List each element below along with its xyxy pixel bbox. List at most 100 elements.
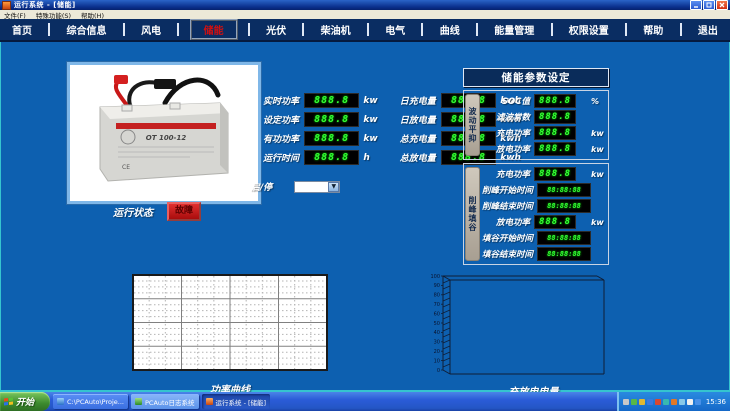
nav-energy-mgmt[interactable]: 能量管理 <box>488 21 540 38</box>
settings-row: SOC值 888.8 % <box>482 93 606 109</box>
taskbar-item-explorer[interactable]: C:\PCAuto\Proje... <box>53 394 128 409</box>
nav-wind[interactable]: 风电 <box>135 21 167 38</box>
readout-label: 总放电量 <box>394 151 436 164</box>
setting-value-display[interactable]: 888.8 <box>534 126 576 140</box>
taskbar-item-log-system[interactable]: PCAuto日志系统 <box>131 394 199 409</box>
svg-text:10: 10 <box>434 358 440 364</box>
nav-separator <box>421 23 423 36</box>
setting-value-display[interactable]: 888.8 <box>534 94 576 108</box>
settings-row: 放电功率 888.8 kw <box>482 214 606 230</box>
readout-label: 设定功率 <box>257 113 299 126</box>
nav-separator <box>48 23 50 36</box>
nav-separator <box>302 23 304 36</box>
nav-separator <box>476 23 478 36</box>
readout-label: 实时功率 <box>257 94 299 107</box>
settings-row: 滤波常数 888.8 <box>482 109 606 125</box>
setting-unit: kw <box>591 145 606 154</box>
tray-icon[interactable] <box>631 399 637 405</box>
nav-home[interactable]: 首页 <box>6 21 38 38</box>
readout-unit: kw <box>363 134 388 144</box>
nav-separator <box>625 23 627 36</box>
led-display: 888.8 <box>304 93 359 108</box>
setting-unit: kw <box>591 129 606 138</box>
setting-time-display[interactable]: 88:88:88 <box>537 231 591 245</box>
setting-unit: kw <box>591 170 606 179</box>
system-tray: 15:36 <box>617 392 730 411</box>
readout-unit: kw <box>363 96 388 106</box>
svg-text:40: 40 <box>434 330 440 336</box>
readout-label: 有功功率 <box>257 132 299 145</box>
setting-label: 滤波常数 <box>482 111 530 123</box>
tray-icon[interactable] <box>671 399 677 405</box>
start-button[interactable]: 开始 <box>0 392 50 411</box>
readout-unit: h <box>363 153 388 163</box>
readout-label: 日充电量 <box>394 94 436 107</box>
nav-storage-active[interactable]: 储能 <box>190 19 238 40</box>
main-area: OT 100-12 CE 运行状态 故障 实时功率 888.8 kw 日充电量 … <box>0 42 730 392</box>
window-title: 运行系统 - [储能] <box>14 0 76 10</box>
group-tab-peak-shaving: 削峰填谷 <box>465 167 480 261</box>
settings-row: 填谷开始时间 88:88:88 <box>482 230 606 246</box>
tray-icon[interactable] <box>663 399 669 405</box>
svg-text:30: 30 <box>434 340 440 346</box>
tray-icons[interactable] <box>623 399 701 405</box>
chevron-down-icon[interactable]: ▼ <box>328 182 339 192</box>
svg-text:CE: CE <box>122 164 130 171</box>
taskbar-item-running-system[interactable]: 运行系统 - [储能] <box>202 394 271 409</box>
menu-help[interactable]: 帮助(H) <box>81 10 104 20</box>
start-button-label: 开始 <box>16 395 34 408</box>
nav-electric[interactable]: 电气 <box>379 21 411 38</box>
window-controls <box>690 0 728 10</box>
nav-overview[interactable]: 综合信息 <box>61 21 113 38</box>
app-window: 运行系统 - [储能] 文件(F) 特殊功能(S) 帮助(H) 首页 综合信息 … <box>0 0 730 411</box>
tray-icon[interactable] <box>639 399 645 405</box>
setting-time-display[interactable]: 88:88:88 <box>537 199 591 213</box>
start-stop-label: 启/停 <box>251 180 272 193</box>
run-status-row: 运行状态 故障 <box>113 202 201 221</box>
nav-permissions[interactable]: 权限设置 <box>563 21 615 38</box>
nav-separator <box>680 23 682 36</box>
start-stop-dropdown[interactable]: ▼ <box>294 181 340 193</box>
settings-row: 充电功率 888.8 kw <box>482 166 606 182</box>
setting-value-display[interactable]: 888.8 <box>534 215 576 229</box>
setting-time-display[interactable]: 88:88:88 <box>537 247 591 261</box>
menu-file[interactable]: 文件(F) <box>4 10 26 20</box>
tray-icon[interactable] <box>687 399 693 405</box>
tray-icon[interactable] <box>679 399 685 405</box>
svg-text:100: 100 <box>431 274 440 280</box>
setting-value-display[interactable]: 888.8 <box>534 167 576 181</box>
tray-icon[interactable] <box>695 399 701 405</box>
minimize-button[interactable] <box>690 0 702 10</box>
power-curve-chart <box>132 274 328 375</box>
battery-image: OT 100-12 CE <box>67 62 261 204</box>
close-button[interactable] <box>716 0 728 10</box>
group-tab-smoothing: 波动平抑 <box>465 94 480 156</box>
settings-row: 充电功率 888.8 kw <box>482 125 606 141</box>
setting-label: 削峰开始时间 <box>482 184 533 196</box>
readout-label: 日放电量 <box>394 113 436 126</box>
nav-exit[interactable]: 退出 <box>692 21 724 38</box>
menu-special-functions[interactable]: 特殊功能(S) <box>36 10 71 20</box>
nav-pv[interactable]: 光伏 <box>260 21 292 38</box>
nav-help[interactable]: 帮助 <box>637 21 669 38</box>
settings-row: 放电功率 888.8 kw <box>482 141 606 157</box>
setting-value-display[interactable]: 888.8 <box>534 142 576 156</box>
settings-group-smoothing: 波动平抑 SOC值 888.8 % 滤波常数 888.8 充电功率 888.8 … <box>463 90 609 160</box>
tray-icon[interactable] <box>647 399 653 405</box>
tray-clock: 15:36 <box>706 398 726 406</box>
setting-value-display[interactable]: 888.8 <box>534 110 576 124</box>
setting-label: 削峰结束时间 <box>482 200 533 212</box>
settings-row: 削峰开始时间 88:88:88 <box>482 182 606 198</box>
led-display: 888.8 <box>304 112 359 127</box>
setting-label: 放电功率 <box>482 143 530 155</box>
nav-curves[interactable]: 曲线 <box>434 21 466 38</box>
setting-time-display[interactable]: 88:88:88 <box>537 183 591 197</box>
tray-icon[interactable] <box>655 399 661 405</box>
window-titlebar: 运行系统 - [储能] <box>0 0 730 10</box>
nav-diesel[interactable]: 柴油机 <box>315 21 357 38</box>
restore-button[interactable] <box>703 0 715 10</box>
setting-label: SOC值 <box>482 95 530 107</box>
tray-icon[interactable] <box>623 399 629 405</box>
nav-bar: 首页 综合信息 风电 储能 光伏 柴油机 电气 曲线 能量管理 权限设置 帮助 … <box>0 19 730 42</box>
setting-label: 填谷开始时间 <box>482 232 533 244</box>
